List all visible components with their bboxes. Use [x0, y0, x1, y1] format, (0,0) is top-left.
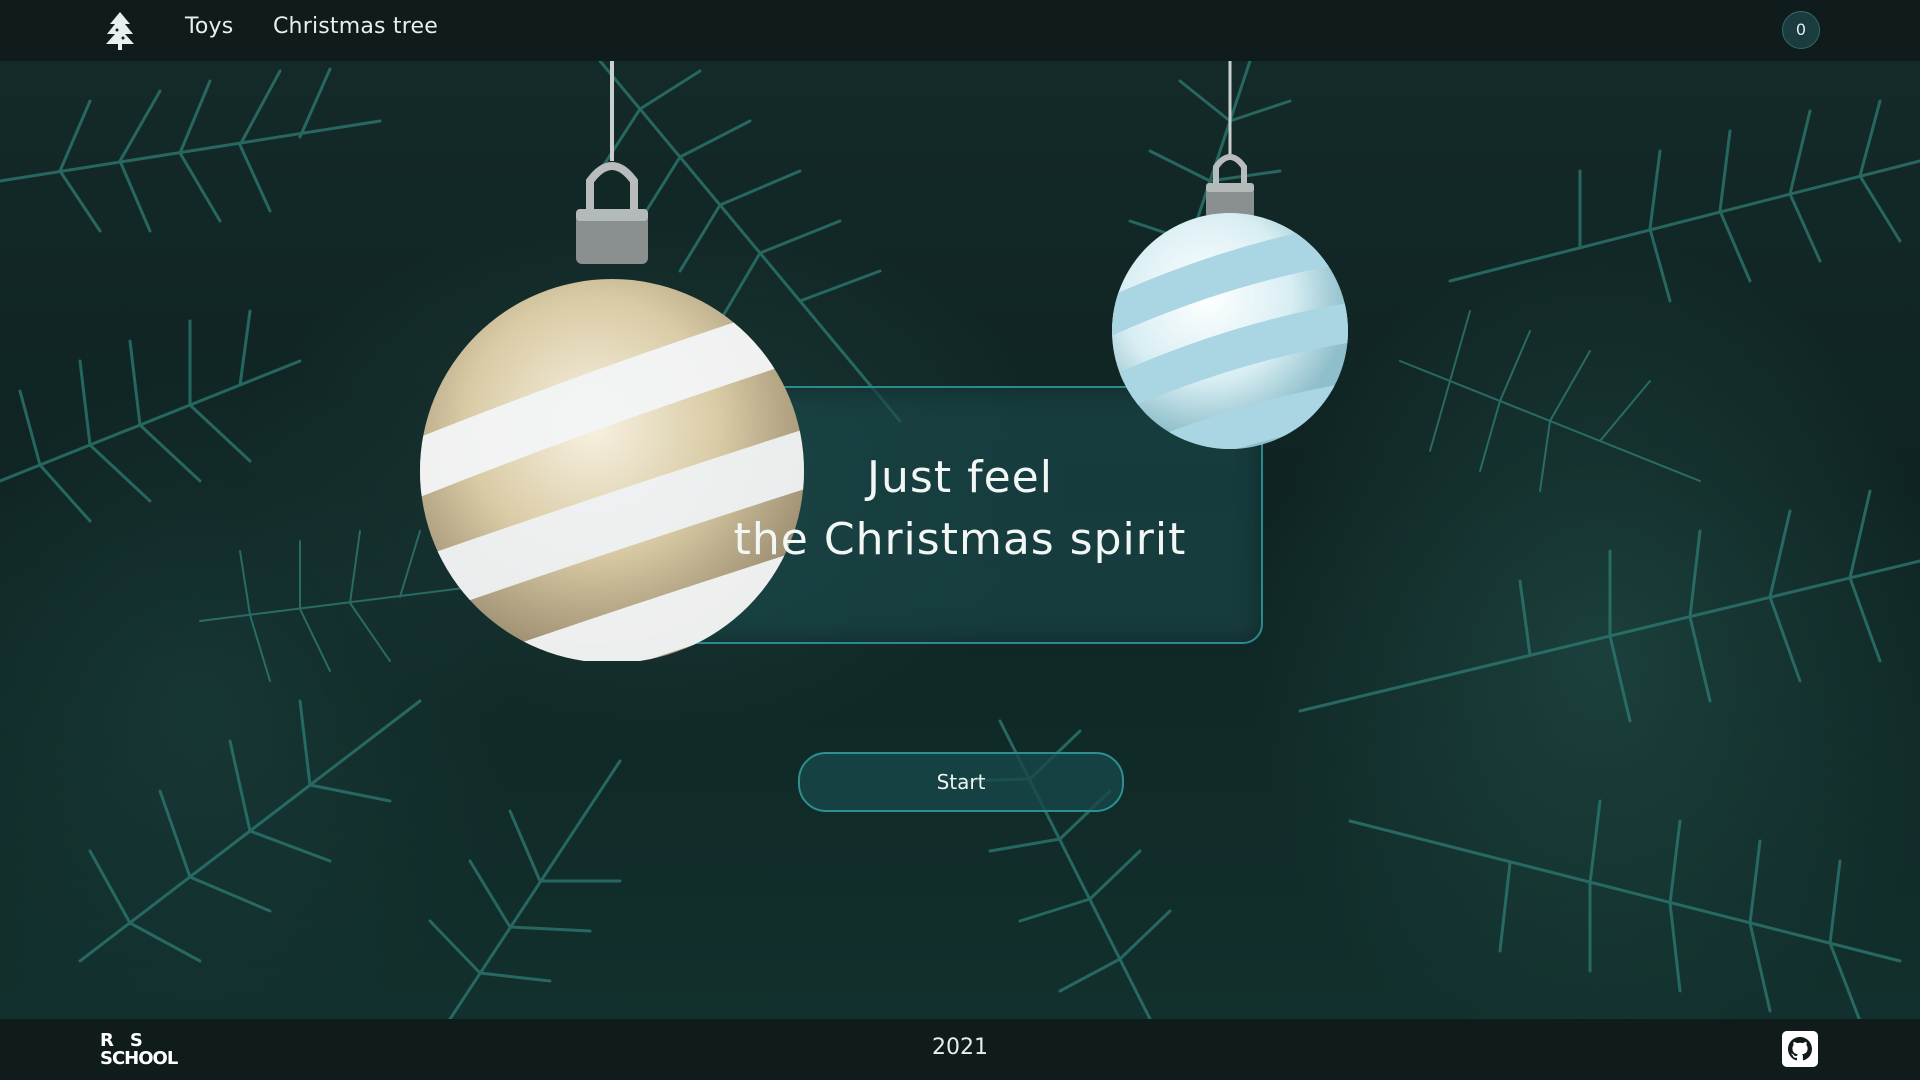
blue-ornament-image: [1112, 61, 1348, 449]
footer-year: 2021: [932, 1035, 988, 1060]
favorites-counter-badge[interactable]: 0: [1782, 11, 1820, 49]
header: Toys Christmas tree 0: [0, 0, 1920, 61]
start-button[interactable]: Start: [798, 752, 1124, 812]
hero-title-line-1: Just feel: [867, 452, 1053, 503]
nav-toys-link[interactable]: Toys: [185, 14, 233, 39]
page: Toys Christmas tree 0 Just feel the Chri…: [0, 0, 1920, 1080]
github-icon[interactable]: [1782, 1031, 1818, 1067]
gold-ornament-image: [420, 61, 804, 661]
hero-title-line-2: the Christmas spirit: [733, 514, 1187, 565]
nav-christmas-tree-link[interactable]: Christmas tree: [273, 14, 438, 39]
christmas-tree-icon[interactable]: [103, 10, 137, 50]
